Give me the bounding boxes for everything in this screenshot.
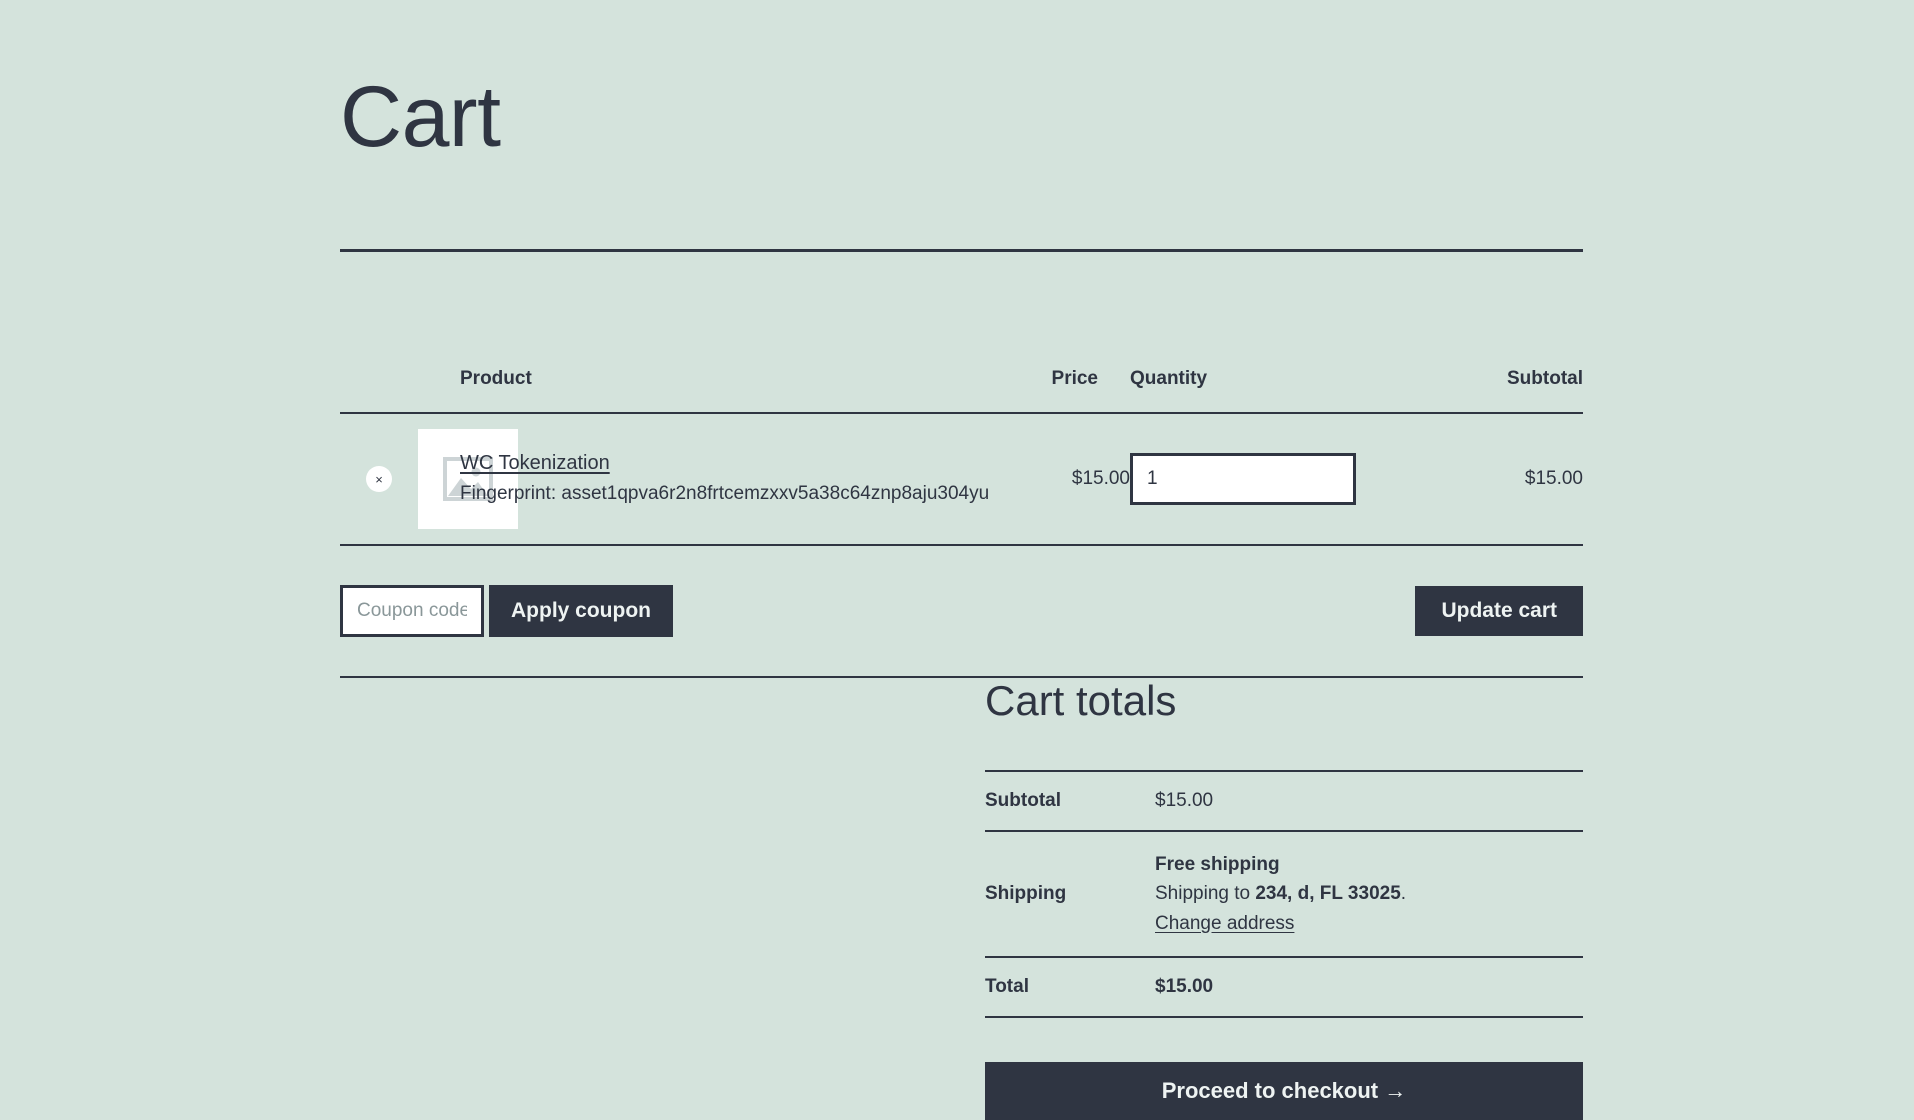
table-row: × WC Tokenization Fingerprint: asset1qpv… — [340, 413, 1583, 546]
totals-shipping-label: Shipping — [985, 829, 1155, 958]
coupon-group: Apply coupon — [340, 585, 673, 637]
quantity-cell — [1130, 413, 1400, 546]
column-header-thumbnail — [418, 368, 460, 414]
totals-shipping-value: Free shipping Shipping to 234, d, FL 330… — [1155, 829, 1583, 958]
cart-page: Cart Product Price Quantity Subtotal × W… — [0, 0, 1914, 1120]
change-address-link[interactable]: Change address — [1155, 913, 1294, 934]
title-divider — [340, 249, 1583, 252]
totals-row-shipping: Shipping Free shipping Shipping to 234, … — [985, 829, 1583, 958]
shipping-to-suffix: . — [1400, 883, 1407, 905]
cart-actions-row: Apply coupon Update cart — [340, 545, 1583, 678]
column-header-product: Product — [460, 368, 1020, 414]
cart-table-header-row: Product Price Quantity Subtotal — [340, 368, 1583, 414]
update-cart-button[interactable]: Update cart — [1415, 586, 1583, 636]
shipping-address-value: 234, d, FL 33025 — [1255, 883, 1401, 905]
shipping-to-prefix: Shipping to — [1155, 883, 1256, 905]
apply-coupon-button[interactable]: Apply coupon — [489, 585, 673, 637]
cart-actions-cell: Apply coupon Update cart — [340, 545, 1583, 678]
cart-totals-table: Subtotal $15.00 Shipping Free shipping S… — [985, 770, 1583, 1019]
totals-total-label: Total — [985, 956, 1155, 1019]
thumbnail-cell — [418, 413, 518, 546]
proceed-to-checkout-button[interactable]: Proceed to checkout → — [985, 1062, 1583, 1120]
change-address-line: Change address — [1155, 909, 1583, 938]
coupon-input[interactable] — [340, 585, 484, 637]
column-header-subtotal: Subtotal — [1400, 368, 1583, 414]
product-price: $15.00 — [1020, 413, 1130, 546]
column-header-remove — [340, 368, 418, 414]
totals-row-subtotal: Subtotal $15.00 — [985, 770, 1583, 831]
cart-totals-heading: Cart totals — [985, 677, 1177, 724]
quantity-input[interactable] — [1130, 453, 1356, 505]
remove-item-icon[interactable]: × — [366, 466, 392, 492]
column-header-price: Price — [1020, 368, 1130, 414]
column-header-quantity: Quantity — [1130, 368, 1400, 414]
shipping-destination: Shipping to 234, d, FL 33025. — [1155, 879, 1583, 908]
product-name-link[interactable]: WC Tokenization — [460, 452, 610, 475]
totals-total-value: $15.00 — [1155, 956, 1583, 1019]
product-cell: WC Tokenization Fingerprint: asset1qpva6… — [460, 413, 1020, 546]
totals-row-total: Total $15.00 — [985, 956, 1583, 1019]
cart-items-table: Product Price Quantity Subtotal × WC Tok… — [340, 368, 1583, 678]
product-subtotal: $15.00 — [1400, 413, 1583, 546]
totals-subtotal-value: $15.00 — [1155, 770, 1583, 831]
page-title: Cart — [340, 69, 501, 165]
totals-subtotal-label: Subtotal — [985, 770, 1155, 831]
remove-cell: × — [340, 413, 418, 546]
product-fingerprint: Fingerprint: asset1qpva6r2n8frtcemzxxv5a… — [460, 483, 990, 505]
cart-totals-panel: Cart totals Subtotal $15.00 Shipping Fre… — [985, 680, 1583, 1120]
shipping-method-name: Free shipping — [1155, 854, 1280, 875]
